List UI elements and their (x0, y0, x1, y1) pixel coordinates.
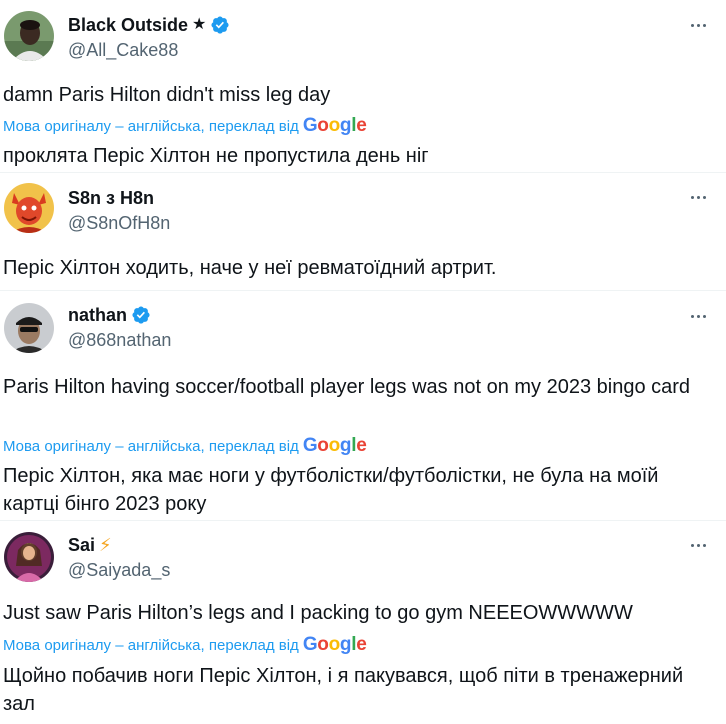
avatar-person-cap-icon (4, 303, 54, 353)
author-handle[interactable]: @S8nOfH8n (68, 212, 170, 234)
google-logo-icon: Google (302, 634, 367, 655)
translation-note[interactable]: Мова оригіналу – англійська, переклад ві… (3, 115, 367, 137)
author-handle[interactable]: @868nathan (68, 329, 171, 351)
author-handle[interactable]: @Saiyada_s (68, 559, 170, 581)
post-1: Black Outside ★ @All_Cake88 damn Paris H… (0, 0, 726, 172)
avatar-woman-icon (4, 532, 54, 582)
author-name[interactable]: S8n з H8n (68, 187, 154, 209)
post-text: Just saw Paris Hilton’s legs and I packi… (3, 602, 633, 624)
author-handle[interactable]: @All_Cake88 (68, 39, 178, 61)
google-logo-icon: Google (302, 115, 367, 136)
author-name[interactable]: nathan (68, 304, 151, 326)
google-logo-icon: Google (302, 435, 367, 456)
post-text: Paris Hilton having soccer/football play… (3, 376, 691, 398)
post-4: Sai ⚡ @Saiyada_s Just saw Paris Hilton’s… (0, 521, 726, 724)
lightning-icon: ⚡ (99, 535, 112, 555)
star-icon: ★ (192, 16, 207, 33)
more-options-icon[interactable] (686, 535, 710, 555)
translation-note[interactable]: Мова оригіналу – англійська, переклад ві… (3, 634, 367, 656)
post-2: S8n з H8n @S8nOfH8n Періс Хілтон ходить,… (0, 173, 726, 290)
avatar-devil-icon (4, 183, 54, 233)
avatar[interactable] (4, 532, 54, 582)
verified-badge-icon (132, 306, 150, 324)
avatar[interactable] (4, 183, 54, 233)
translated-text: проклята Періс Хілтон не пропустила день… (3, 145, 429, 167)
translated-text: Щойно побачив ноги Періс Хілтон, і я пак… (3, 665, 684, 715)
author-name[interactable]: Black Outside ★ (68, 14, 230, 36)
translation-note[interactable]: Мова оригіналу – англійська, переклад ві… (3, 435, 367, 457)
translated-text: Періс Хілтон ходить, наче у неї ревматої… (3, 257, 497, 279)
more-options-icon[interactable] (686, 15, 710, 35)
avatar[interactable] (4, 303, 54, 353)
verified-badge-icon (211, 16, 229, 34)
more-options-icon[interactable] (686, 306, 710, 326)
more-options-icon[interactable] (686, 187, 710, 207)
avatar[interactable] (4, 11, 54, 61)
avatar-person-icon (4, 11, 54, 61)
post-3: nathan @868nathan Paris Hilton having so… (0, 291, 726, 520)
translated-text: Періс Хілтон, яка має ноги у футболістки… (3, 465, 659, 515)
post-text: damn Paris Hilton didn't miss leg day (3, 84, 331, 106)
author-name[interactable]: Sai ⚡ (68, 534, 112, 556)
